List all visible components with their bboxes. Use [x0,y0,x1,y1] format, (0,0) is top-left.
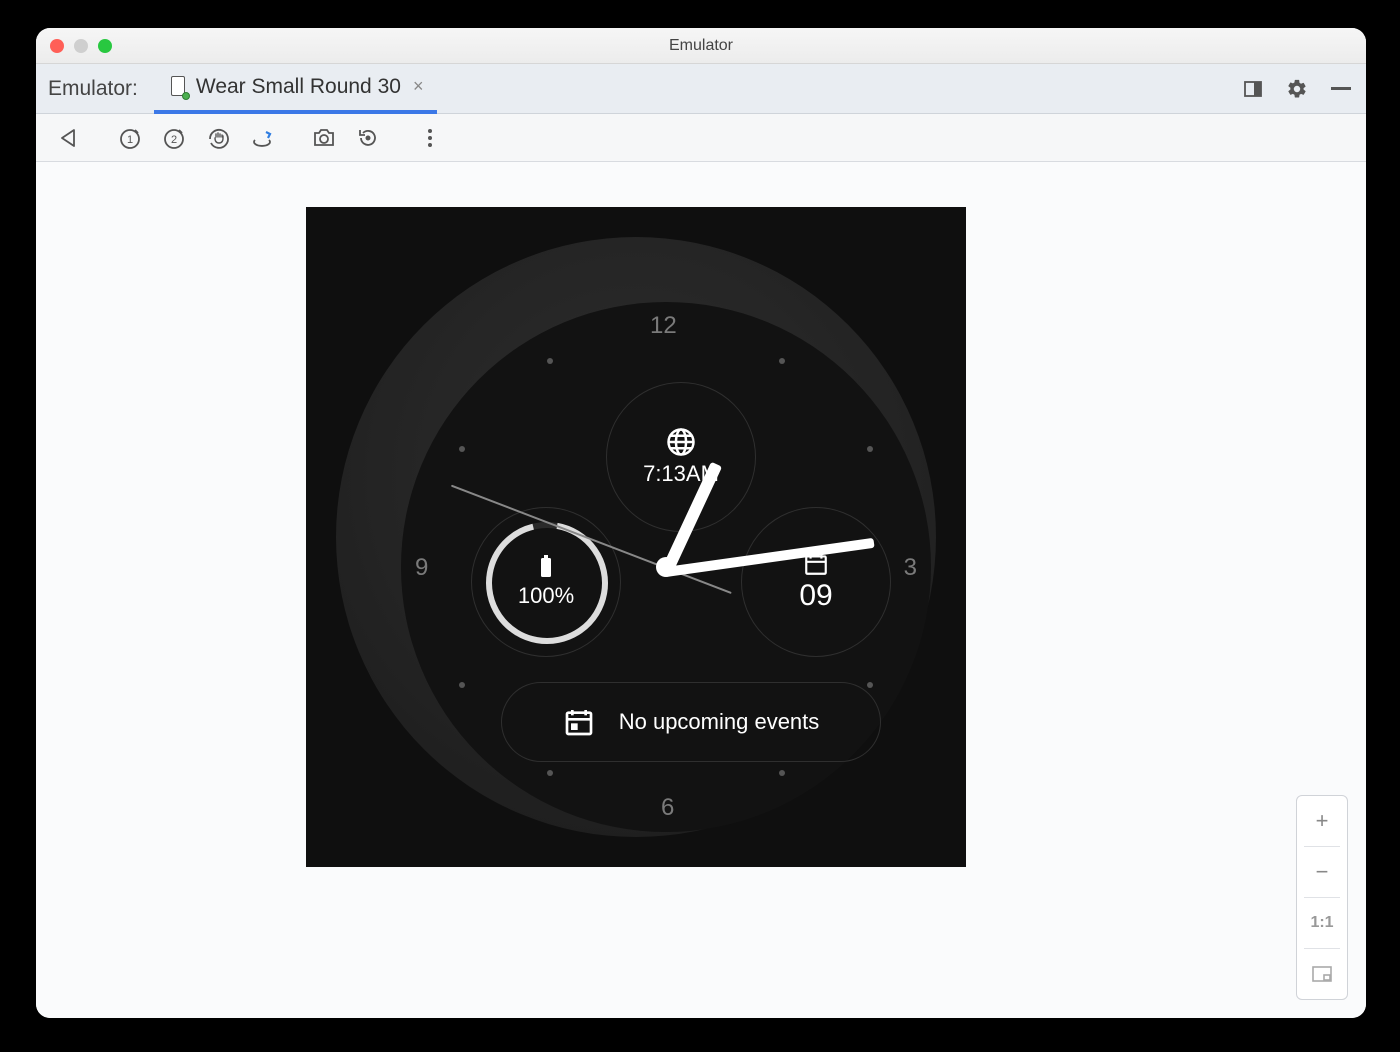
window-mode-button[interactable] [1238,74,1268,104]
emulator-window: Emulator Emulator: Wear Small Round 30 × [36,28,1366,1018]
agenda-text: No upcoming events [619,709,820,735]
titlebar: Emulator [36,28,1366,64]
zoom-actual-button[interactable]: 1:1 [1296,898,1348,948]
device-screen[interactable]: 12 3 6 9 7:13AM [306,207,966,867]
more-button[interactable] [412,120,448,156]
hide-button[interactable] [1326,74,1356,104]
minute-dot [547,770,553,776]
button-1-icon[interactable]: 1 [112,120,148,156]
globe-icon [666,427,696,457]
back-button[interactable] [50,120,86,156]
device-icon [168,76,188,98]
hour-marker-6: 6 [661,794,674,822]
minute-dot [867,446,873,452]
tab-wear-device[interactable]: Wear Small Round 30 × [154,64,438,114]
watch-center [656,557,676,577]
svg-text:2: 2 [171,134,177,146]
battery-complication[interactable]: 100% [471,507,621,657]
minute-dot [779,770,785,776]
world-clock-complication[interactable]: 7:13AM [606,382,756,532]
minute-dot [459,446,465,452]
svg-text:1: 1 [127,134,133,146]
close-window-button[interactable] [50,39,64,53]
rotate-button[interactable] [350,120,386,156]
emulator-viewport: 12 3 6 9 7:13AM [36,162,1366,1018]
palm-button[interactable] [200,120,236,156]
date-text: 09 [799,579,832,613]
close-tab-button[interactable]: × [413,76,424,97]
agenda-complication[interactable]: No upcoming events [501,682,881,762]
tabbar: Emulator: Wear Small Round 30 × [36,64,1366,114]
minute-dot [779,358,785,364]
tilt-button[interactable] [244,120,280,156]
minute-dot [459,682,465,688]
tab-label: Wear Small Round 30 [196,75,401,99]
settings-button[interactable] [1282,74,1312,104]
window-controls [50,39,112,53]
zoom-fit-button[interactable] [1296,949,1348,999]
zoom-out-button[interactable]: − [1296,847,1348,897]
minimize-window-button[interactable] [74,39,88,53]
tabbar-label: Emulator: [46,77,148,101]
watch-bezel: 12 3 6 9 7:13AM [336,237,936,837]
calendar-today-icon [563,706,595,738]
emulator-toolbar: 1 2 [36,114,1366,162]
date-complication[interactable]: 09 [741,507,891,657]
watch-face[interactable]: 12 3 6 9 7:13AM [401,302,931,832]
hour-marker-12: 12 [650,312,677,340]
window-title: Emulator [36,37,1366,55]
zoom-window-button[interactable] [98,39,112,53]
button-2-icon[interactable]: 2 [156,120,192,156]
screenshot-button[interactable] [306,120,342,156]
zoom-panel: + − 1:1 [1296,795,1348,1000]
minute-dot [867,682,873,688]
hour-marker-9: 9 [415,554,428,582]
zoom-in-button[interactable]: + [1296,796,1348,846]
minute-dot [547,358,553,364]
hour-marker-3: 3 [904,554,917,582]
